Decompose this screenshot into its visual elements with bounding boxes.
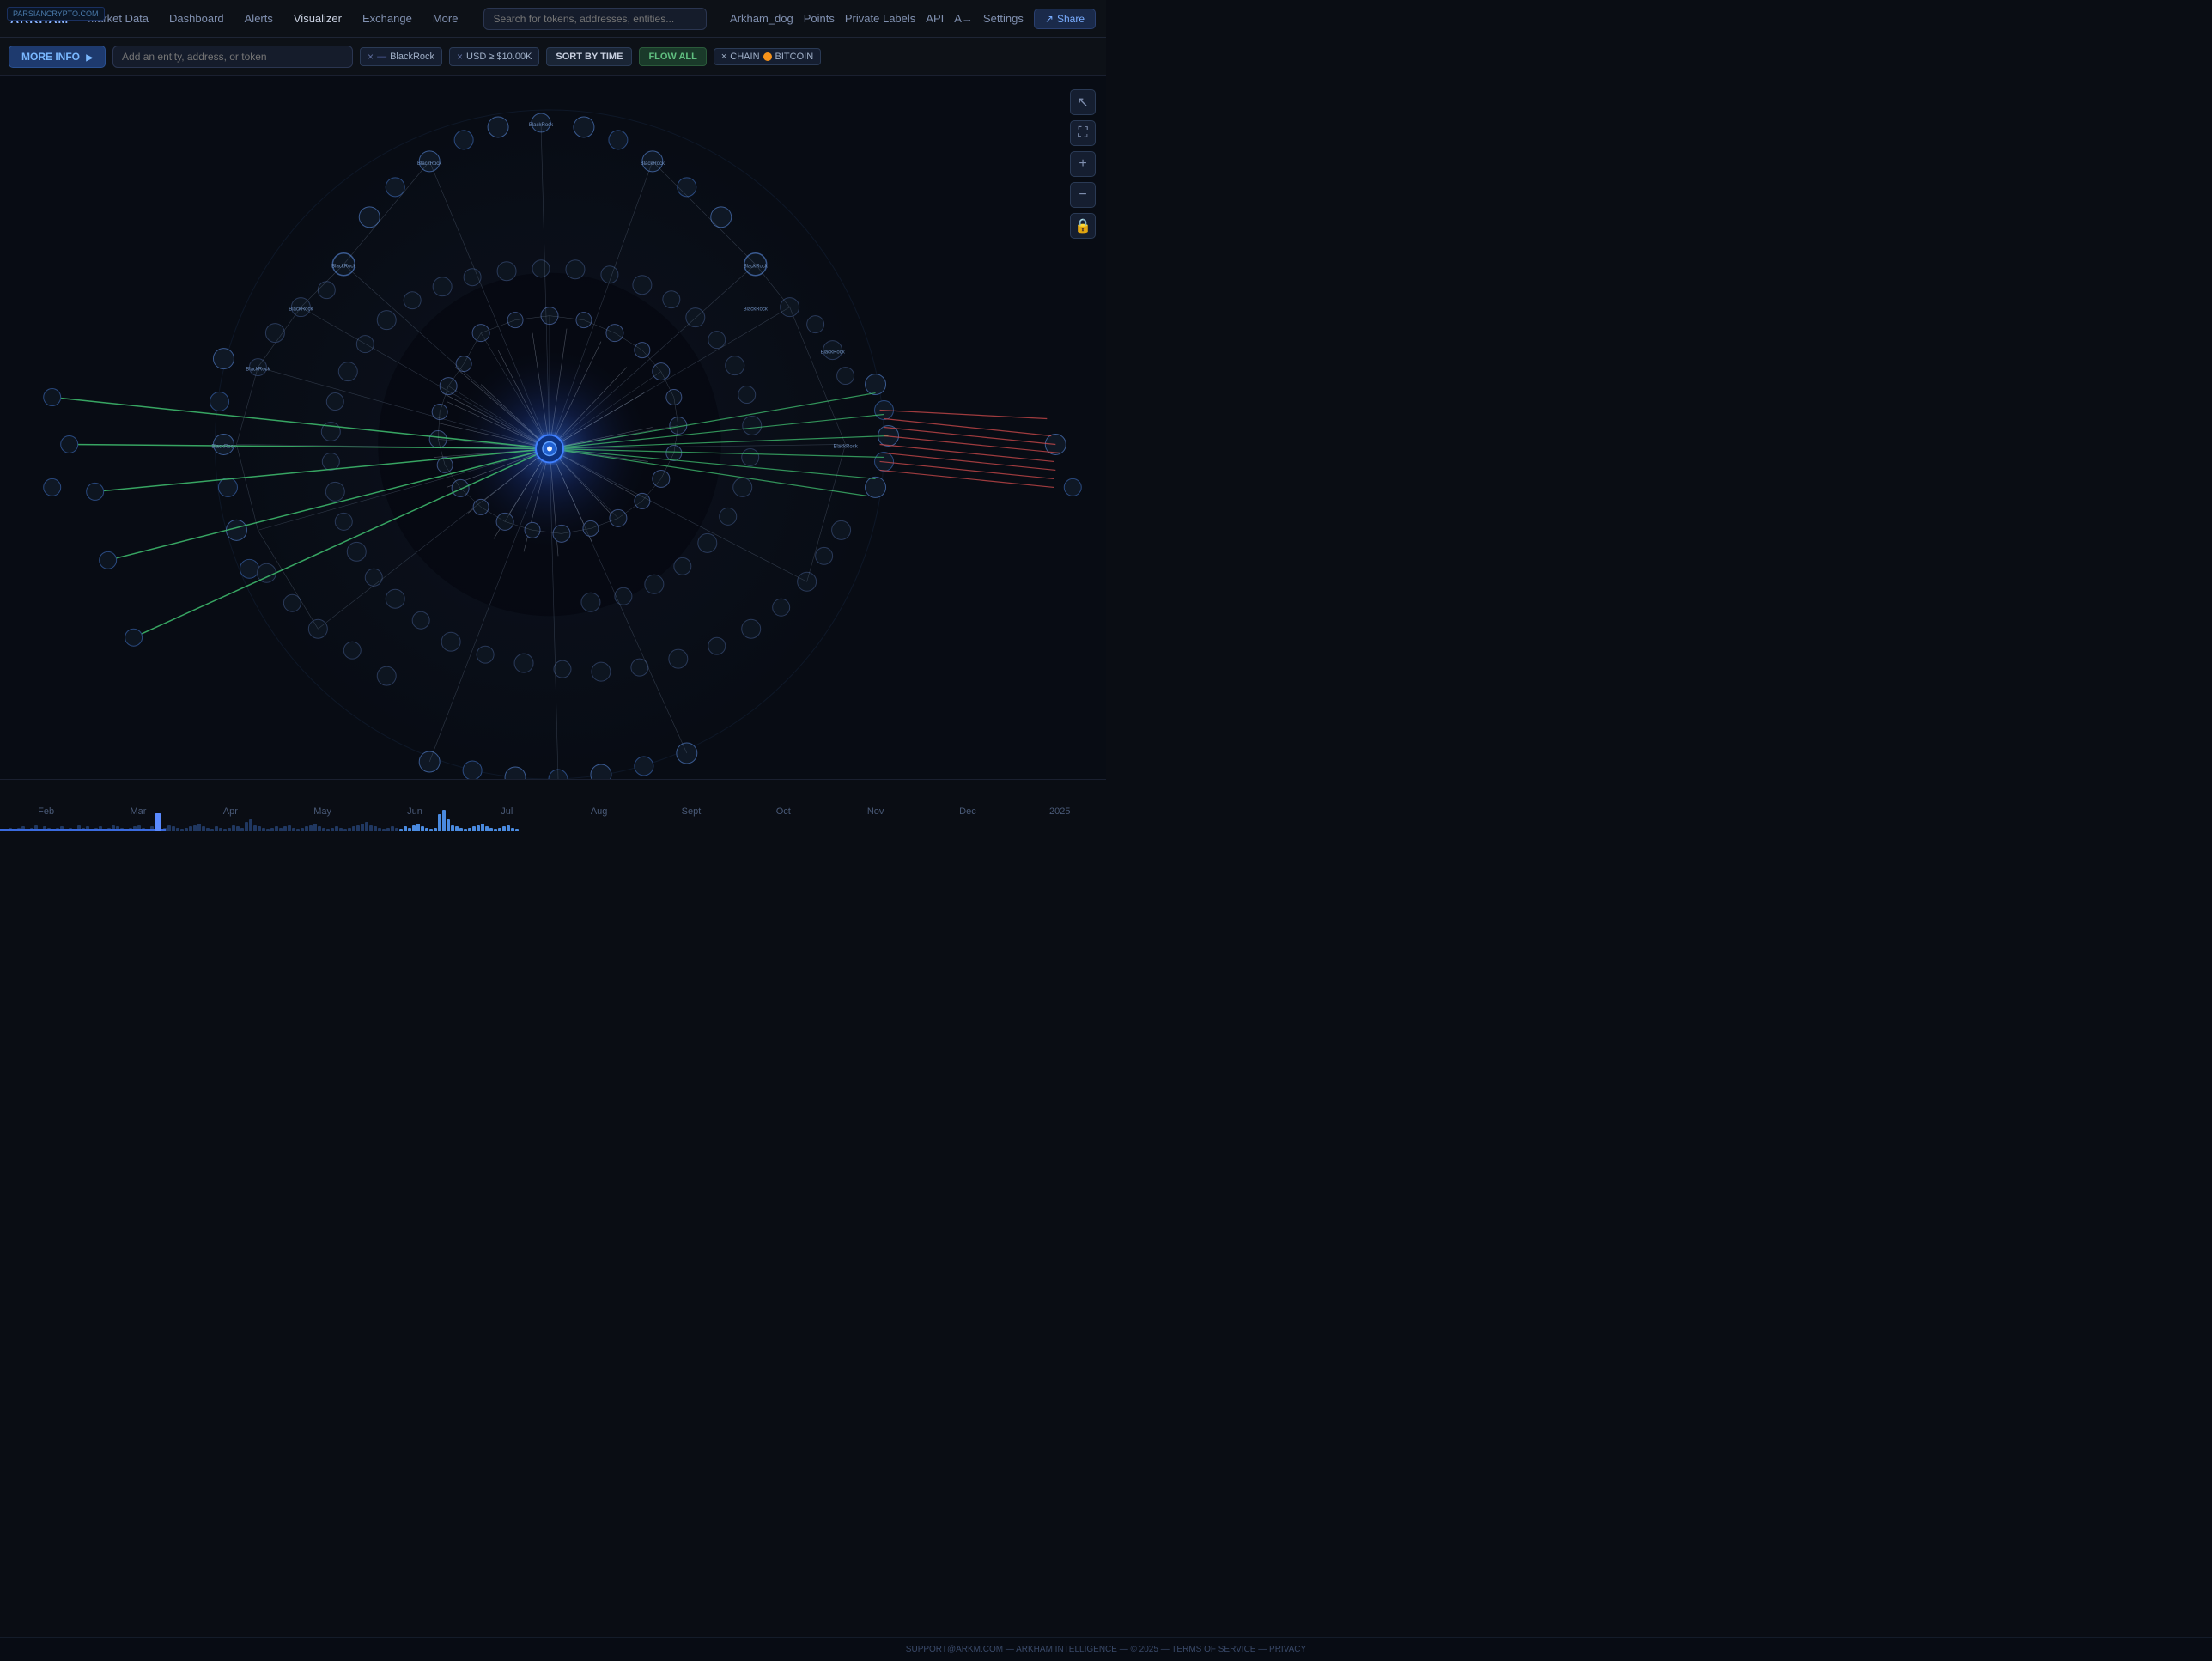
zoom-out-button[interactable]: −	[1070, 182, 1096, 208]
chain-remove-icon[interactable]: ×	[721, 52, 726, 62]
svg-text:BlackRock: BlackRock	[529, 123, 553, 128]
blackrock-remove-icon[interactable]: ×	[368, 51, 374, 63]
footer-terms-link[interactable]: TERMS OF SERVICE	[1171, 1645, 1255, 1654]
svg-text:BlackRock: BlackRock	[289, 307, 313, 313]
nav-more[interactable]: More	[424, 9, 467, 28]
footer-privacy-link[interactable]: PRIVACY	[1269, 1645, 1306, 1654]
nav-alerts[interactable]: Alerts	[236, 9, 282, 28]
usd-filter-tag[interactable]: × USD ≥ $10.00K	[449, 47, 539, 66]
footer: SUPPORT@ARKM.COM — ARKHAM INTELLIGENCE —…	[0, 1637, 2212, 1661]
fullscreen-button[interactable]: ⛶	[1070, 120, 1096, 146]
nav-dashboard[interactable]: Dashboard	[161, 9, 233, 28]
more-info-button[interactable]: MORE INFO ▶	[9, 46, 106, 68]
svg-text:BlackRock: BlackRock	[211, 444, 235, 449]
svg-text:BlackRock: BlackRock	[246, 368, 270, 373]
share-icon: ↗	[1045, 13, 1054, 25]
footer-email: SUPPORT@ARKM.COM	[906, 1645, 1003, 1654]
lock-button[interactable]: 🔒	[1070, 213, 1096, 239]
nav-right: Arkham_dog Points Private Labels API A→ …	[730, 9, 1096, 29]
timeline-handle[interactable]	[155, 813, 161, 830]
svg-text:BlackRock: BlackRock	[641, 161, 665, 167]
nav-search-input[interactable]	[483, 8, 707, 30]
usd-remove-icon[interactable]: ×	[457, 51, 463, 63]
nav-api[interactable]: API	[926, 12, 944, 25]
nav-user[interactable]: Arkham_dog	[730, 12, 793, 25]
share-button[interactable]: ↗ Share	[1034, 9, 1096, 29]
network-graph[interactable]: BlackRock BlackRock	[0, 76, 1106, 779]
zoom-out-icon: −	[1079, 187, 1086, 203]
timeline[interactable]: Feb Mar Apr May Jun Jul Aug Sept Oct Nov…	[0, 779, 1106, 830]
svg-text:BlackRock: BlackRock	[331, 265, 356, 270]
chain-filter-tag[interactable]: × CHAIN BITCOIN	[714, 48, 821, 65]
map-controls: ↖ ⛶ + − 🔒	[1070, 89, 1096, 239]
cursor-tool-button[interactable]: ↖	[1070, 89, 1096, 115]
nav-visualizer[interactable]: Visualizer	[285, 9, 350, 28]
flow-all-button[interactable]: FLOW ALL	[639, 47, 706, 66]
svg-text:BlackRock: BlackRock	[744, 265, 768, 270]
timeline-progress	[0, 829, 166, 830]
fullscreen-icon: ⛶	[1078, 125, 1087, 141]
footer-year: 2025	[1139, 1645, 1158, 1654]
lock-icon: 🔒	[1074, 217, 1091, 234]
nav-private-labels[interactable]: Private Labels	[845, 12, 915, 25]
zoom-in-button[interactable]: +	[1070, 151, 1096, 177]
parsiancrypto-badge: PARSIANCRYPTO.COM	[7, 7, 105, 21]
nav-search-container	[483, 8, 707, 30]
nav-settings[interactable]: Settings	[983, 12, 1024, 25]
entity-search-input[interactable]	[112, 46, 353, 68]
sort-by-time-button[interactable]: SORT BY TIME	[546, 47, 632, 66]
nav-translate-icon[interactable]: A→	[954, 12, 973, 25]
zoom-in-icon: +	[1079, 156, 1086, 172]
nav-exchange[interactable]: Exchange	[354, 9, 421, 28]
svg-text:BlackRock: BlackRock	[417, 161, 441, 167]
nav-points[interactable]: Points	[804, 12, 835, 25]
toolbar: MORE INFO ▶ × — BlackRock × USD ≥ $10.00…	[0, 38, 1106, 76]
svg-text:BlackRock: BlackRock	[820, 350, 844, 356]
blackrock-filter-tag[interactable]: × — BlackRock	[360, 47, 442, 66]
svg-text:BlackRock: BlackRock	[744, 307, 768, 313]
timeline-bars[interactable]	[0, 805, 1106, 830]
cursor-icon: ↖	[1077, 94, 1088, 111]
graph-canvas[interactable]: BlackRock BlackRock	[0, 76, 1106, 779]
footer-company: ARKHAM INTELLIGENCE	[1016, 1645, 1117, 1654]
navbar: ARKHAM Market Data Dashboard Alerts Visu…	[0, 0, 1106, 38]
bitcoin-icon	[763, 52, 772, 61]
svg-text:BlackRock: BlackRock	[833, 444, 857, 449]
